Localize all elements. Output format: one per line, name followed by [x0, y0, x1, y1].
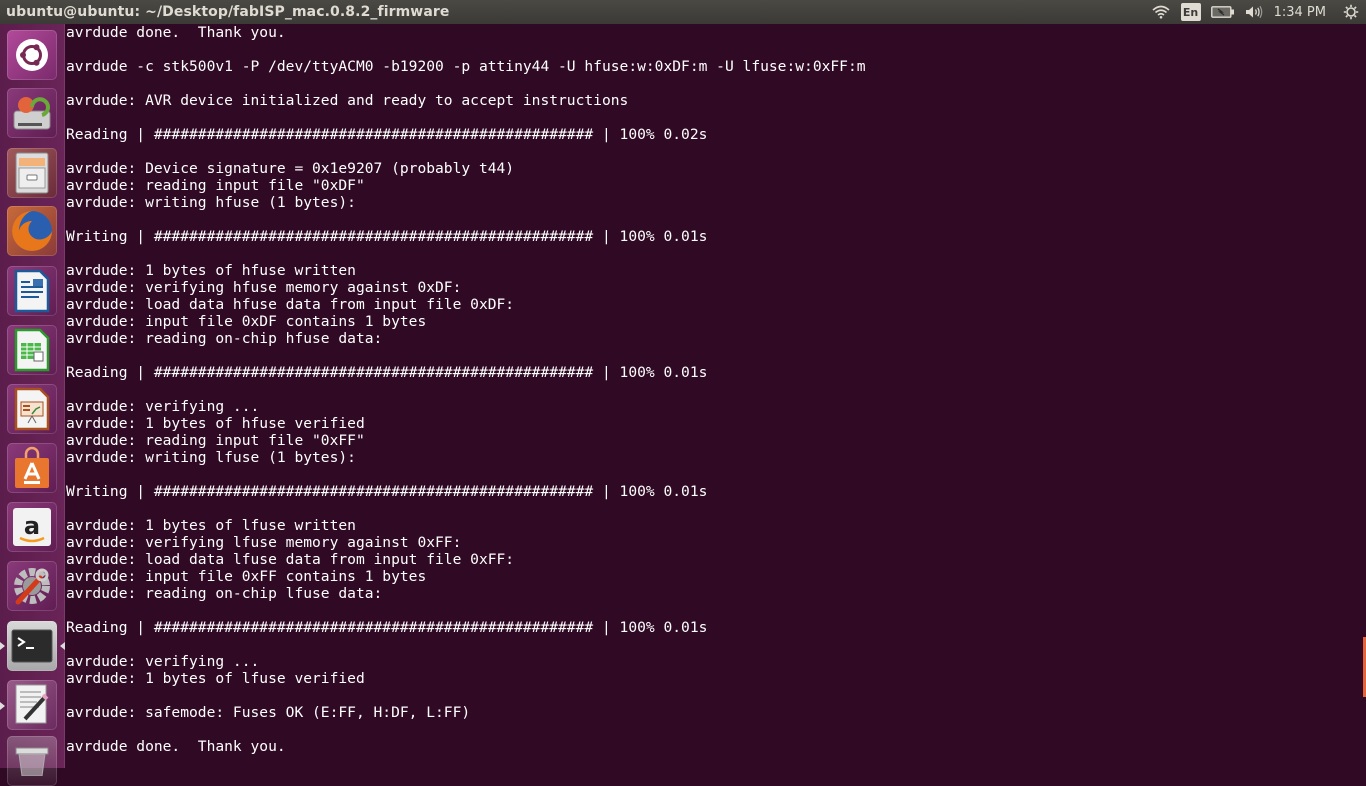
indicator-area: En 1:34 PM	[1144, 0, 1366, 24]
terminal-line: avrdude: writing hfuse (1 bytes):	[66, 194, 356, 211]
trash-icon	[15, 747, 49, 776]
terminal-line: avrdude: verifying ...	[66, 398, 260, 415]
terminal-line: avrdude: AVR device initialized and read…	[66, 92, 629, 109]
amazon-icon: a	[13, 508, 51, 546]
terminal-line: avrdude: reading input file "0xFF"	[66, 432, 365, 449]
running-indicator	[0, 642, 5, 650]
top-panel: ubuntu@ubuntu: ~/Desktop/fabISP_mac.0.8.…	[0, 0, 1366, 24]
terminal-line: avrdude: reading on-chip hfuse data:	[66, 330, 383, 347]
terminal-line: avrdude: writing lfuse (1 bytes):	[66, 449, 356, 466]
terminal-line: avrdude: 1 bytes of lfuse verified	[66, 670, 365, 687]
text-editor-icon	[15, 684, 49, 724]
wifi-icon[interactable]	[1144, 0, 1178, 24]
terminal-line: avrdude: input file 0xDF contains 1 byte…	[66, 313, 427, 330]
keyboard-layout-icon: En	[1180, 3, 1201, 21]
software-center-bag-icon	[15, 446, 49, 488]
terminal-line: Reading | ##############################…	[66, 364, 708, 381]
terminal-line: avrdude: 1 bytes of hfuse verified	[66, 415, 365, 432]
terminal-line: avrdude -c stk500v1 -P /dev/ttyACM0 -b19…	[66, 58, 866, 75]
terminal-line: Writing | ##############################…	[66, 483, 708, 500]
writer-document-icon	[14, 269, 50, 313]
launcher-item-system-settings[interactable]	[7, 561, 57, 611]
terminal-line: avrdude: reading input file "0xDF"	[66, 177, 365, 194]
launcher-item-software-updater[interactable]	[7, 88, 57, 138]
ubuntu-logo-icon	[16, 39, 48, 71]
running-indicator	[0, 702, 5, 710]
launcher-item-libreoffice-writer[interactable]	[7, 266, 57, 316]
launcher-item-terminal[interactable]	[7, 621, 57, 671]
terminal-window[interactable]: avrdude done. Thank you. avrdude -c stk50…	[65, 24, 1366, 768]
terminal-line: avrdude: verifying hfuse memory against …	[66, 279, 462, 296]
files-cabinet-icon	[15, 152, 49, 194]
terminal-line: avrdude: load data lfuse data from input…	[66, 551, 515, 568]
terminal-line: avrdude done. Thank you.	[66, 24, 286, 41]
firefox-icon	[12, 211, 52, 251]
software-updater-icon	[13, 97, 51, 130]
terminal-line: avrdude: Device signature = 0x1e9207 (pr…	[66, 160, 515, 177]
terminal-line: avrdude: 1 bytes of lfuse written	[66, 517, 356, 534]
svg-text:a: a	[24, 512, 40, 540]
terminal-line: Writing | ##############################…	[66, 228, 708, 245]
terminal-line: avrdude: safemode: Fuses OK (E:FF, H:DF,…	[66, 704, 471, 721]
unity-launcher: a	[0, 24, 65, 786]
terminal-line: avrdude: verifying lfuse memory against …	[66, 534, 462, 551]
launcher-item-amazon[interactable]: a	[7, 502, 57, 552]
launcher-item-libreoffice-impress[interactable]	[7, 384, 57, 434]
terminal-line: avrdude: load data hfuse data from input…	[66, 296, 515, 313]
terminal-line: avrdude: verifying ...	[66, 653, 260, 670]
system-settings-icon	[14, 568, 50, 605]
window-title: ubuntu@ubuntu: ~/Desktop/fabISP_mac.0.8.…	[6, 4, 450, 20]
terminal-output[interactable]: avrdude done. Thank you. avrdude -c stk50…	[65, 24, 1366, 768]
terminal-icon	[11, 629, 53, 663]
battery-icon[interactable]	[1204, 0, 1242, 24]
terminal-line: avrdude: input file 0xFF contains 1 byte…	[66, 568, 427, 585]
keyboard-layout-indicator[interactable]: En	[1178, 0, 1204, 24]
launcher-item-dash-home[interactable]	[7, 30, 57, 80]
power-gear-icon[interactable]	[1336, 0, 1366, 24]
volume-icon[interactable]	[1242, 0, 1266, 24]
terminal-line: Reading | ##############################…	[66, 126, 708, 143]
clock[interactable]: 1:34 PM	[1266, 0, 1336, 24]
launcher-item-files[interactable]	[7, 148, 57, 198]
terminal-line: avrdude: 1 bytes of hfuse written	[66, 262, 356, 279]
terminal-line: avrdude: reading on-chip lfuse data:	[66, 585, 383, 602]
launcher-item-ubuntu-software-center[interactable]	[7, 443, 57, 493]
impress-presentation-icon	[14, 387, 50, 431]
launcher-item-firefox[interactable]	[7, 206, 57, 256]
launcher-item-text-editor[interactable]	[7, 680, 57, 730]
terminal-line: Reading | ##############################…	[66, 619, 708, 636]
launcher-item-trash[interactable]	[7, 736, 57, 786]
calc-spreadsheet-icon	[14, 328, 50, 372]
terminal-line: avrdude done. Thank you.	[66, 738, 286, 755]
launcher-item-libreoffice-calc[interactable]	[7, 325, 57, 375]
